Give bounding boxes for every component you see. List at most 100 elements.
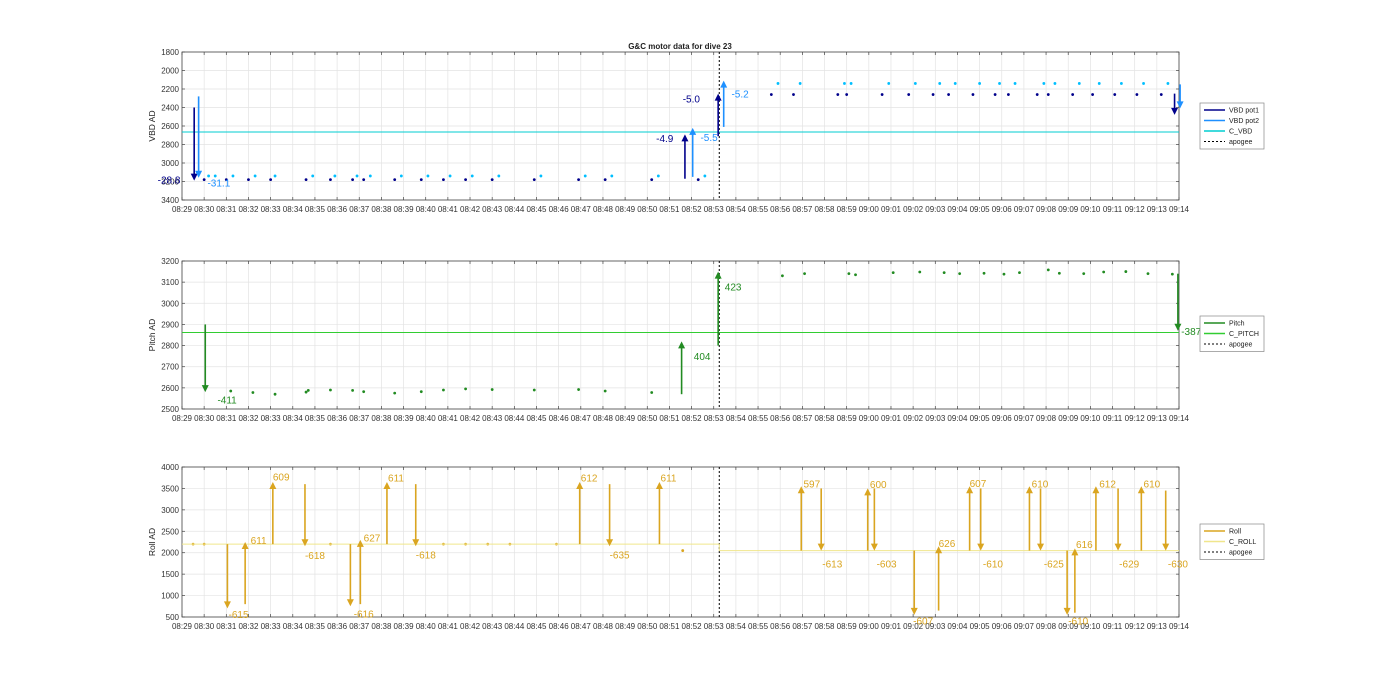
change-label: -630 xyxy=(1168,559,1188,570)
data-point-vbd-pot2 xyxy=(539,174,543,178)
x-tick-label: 09:09 xyxy=(1058,205,1079,214)
chart-panel-3: 08:29 08:30 08:31 08:32 08:33 08:34 08:35 08:36… xyxy=(147,463,1265,631)
x-tick-label: 08:35 xyxy=(305,414,326,423)
x-tick-label: 08:55 xyxy=(748,622,769,631)
x-tick-label: 08:55 xyxy=(748,205,769,214)
change-label: -411 xyxy=(217,395,237,406)
change-label: 616 xyxy=(1076,540,1093,551)
x-tick-label: 08:59 xyxy=(837,205,858,214)
x-tick-label: 08:37 xyxy=(349,205,370,214)
x-tick-label: 08:51 xyxy=(659,622,680,631)
x-tick-label: 08:39 xyxy=(394,205,415,214)
x-tick-label: 08:30 xyxy=(194,205,215,214)
change-label: 612 xyxy=(581,473,598,484)
data-point-vbd-pot2 xyxy=(798,82,802,85)
x-tick-label: 09:13 xyxy=(1147,205,1168,214)
change-label: -28.8 xyxy=(158,176,181,187)
x-tick-label: 08:44 xyxy=(504,622,525,631)
x-tick-label: 09:01 xyxy=(881,205,902,214)
data-point-pitch xyxy=(1018,271,1021,275)
x-tick-label: 09:01 xyxy=(881,414,902,423)
data-point-vbd-pot2 xyxy=(333,174,337,178)
y-tick-label: 2000 xyxy=(161,67,179,76)
chart-panel-1: 08:29 08:30 08:31 08:32 08:33 08:34 08:35 08:36… xyxy=(147,48,1265,214)
x-tick-label: 08:38 xyxy=(371,622,392,631)
x-tick-label: 09:14 xyxy=(1169,622,1190,631)
x-tick-label: 09:14 xyxy=(1169,414,1190,423)
x-tick-label: 08:31 xyxy=(216,622,237,631)
x-tick-label: 09:07 xyxy=(1014,205,1035,214)
data-point-vbd-pot2 xyxy=(399,174,403,178)
y-tick-label: 3000 xyxy=(161,299,179,308)
x-tick-label: 09:06 xyxy=(992,622,1013,631)
x-tick-label: 08:29 xyxy=(172,414,193,423)
legend-entry: C_PITCH xyxy=(1229,331,1259,338)
y-tick-label: 3100 xyxy=(161,278,179,287)
change-arrow-head xyxy=(870,543,878,551)
x-tick-label: 08:46 xyxy=(549,205,570,214)
data-point-pitch xyxy=(854,273,857,277)
x-tick-label: 09:12 xyxy=(1125,622,1146,631)
x-tick-label: 09:05 xyxy=(970,622,991,631)
change-arrow-head xyxy=(1037,543,1045,551)
data-point-pitch xyxy=(603,389,607,393)
legend-entry: VBD pot2 xyxy=(1229,118,1259,125)
x-tick-label: 08:50 xyxy=(637,622,658,631)
data-point-vbd-pot2 xyxy=(887,82,891,85)
axes-box xyxy=(181,260,1180,410)
data-point-vbd-pot1 xyxy=(993,93,997,96)
data-point-pitch xyxy=(1002,272,1006,276)
x-tick-label: 08:57 xyxy=(792,414,813,423)
x-tick-label: 09:07 xyxy=(1014,414,1035,423)
y-tick-label: 1800 xyxy=(161,48,179,57)
y-tick-label: 2600 xyxy=(161,122,179,131)
y-tick-label: 2900 xyxy=(161,320,179,329)
x-tick-label: 09:02 xyxy=(903,414,924,423)
x-tick-label: 09:06 xyxy=(992,205,1013,214)
x-tick-label: 08:57 xyxy=(792,205,813,214)
x-tick-label: 08:39 xyxy=(394,414,415,423)
x-tick-label: 08:57 xyxy=(792,622,813,631)
x-tick-label: 08:33 xyxy=(261,414,282,423)
x-tick-label: 09:11 xyxy=(1103,205,1123,214)
x-tick-label: 09:14 xyxy=(1169,205,1190,214)
y-tick-label: 3000 xyxy=(161,506,179,515)
change-arrow-head xyxy=(678,341,686,349)
x-tick-label: 08:42 xyxy=(460,622,481,631)
data-point-vbd-pot1 xyxy=(464,178,467,182)
data-point-vbd-pot2 xyxy=(497,174,501,178)
data-point-vbd-pot1 xyxy=(845,93,849,96)
change-label: 404 xyxy=(694,352,711,363)
x-tick-label: 08:44 xyxy=(504,414,525,423)
data-point-vbd-pot1 xyxy=(1035,93,1039,96)
data-point-vbd-pot2 xyxy=(1053,82,1057,85)
x-tick-label: 08:40 xyxy=(416,205,437,214)
x-tick-label: 08:37 xyxy=(349,414,370,423)
data-point-vbd-pot1 xyxy=(1046,93,1050,96)
change-label: -610 xyxy=(1068,616,1088,627)
x-tick-label: 08:30 xyxy=(194,622,215,631)
chart-panels: 08:29 08:30 08:31 08:32 08:33 08:34 08:35 08:36… xyxy=(147,48,1265,631)
change-label: 611 xyxy=(251,536,267,547)
change-arrow-head xyxy=(1171,107,1179,115)
x-tick-label: 08:58 xyxy=(814,414,835,423)
x-tick-label: 08:41 xyxy=(438,414,459,423)
x-tick-label: 08:32 xyxy=(238,622,259,631)
data-point-vbd-pot1 xyxy=(532,178,536,182)
data-point-pitch xyxy=(362,390,366,394)
data-point-vbd-pot2 xyxy=(938,82,942,85)
legend-entry: apogee xyxy=(1229,139,1252,146)
change-label: -615 xyxy=(229,610,249,621)
legend-entry: Roll xyxy=(1229,529,1242,536)
x-tick-label: 08:36 xyxy=(327,414,348,423)
data-point-vbd-pot1 xyxy=(696,178,700,182)
change-label: -610 xyxy=(983,559,1003,570)
y-axis-label: Pitch AD xyxy=(147,319,157,352)
figure-title: G&C motor data for dive 23 xyxy=(628,42,732,51)
change-label: 423 xyxy=(725,282,742,293)
x-tick-label: 08:53 xyxy=(704,622,725,631)
legend-entry: Pitch xyxy=(1229,321,1245,328)
data-point-pitch xyxy=(918,270,922,274)
x-tick-label: 08:47 xyxy=(571,414,592,423)
y-tick-label: 3500 xyxy=(161,484,179,493)
